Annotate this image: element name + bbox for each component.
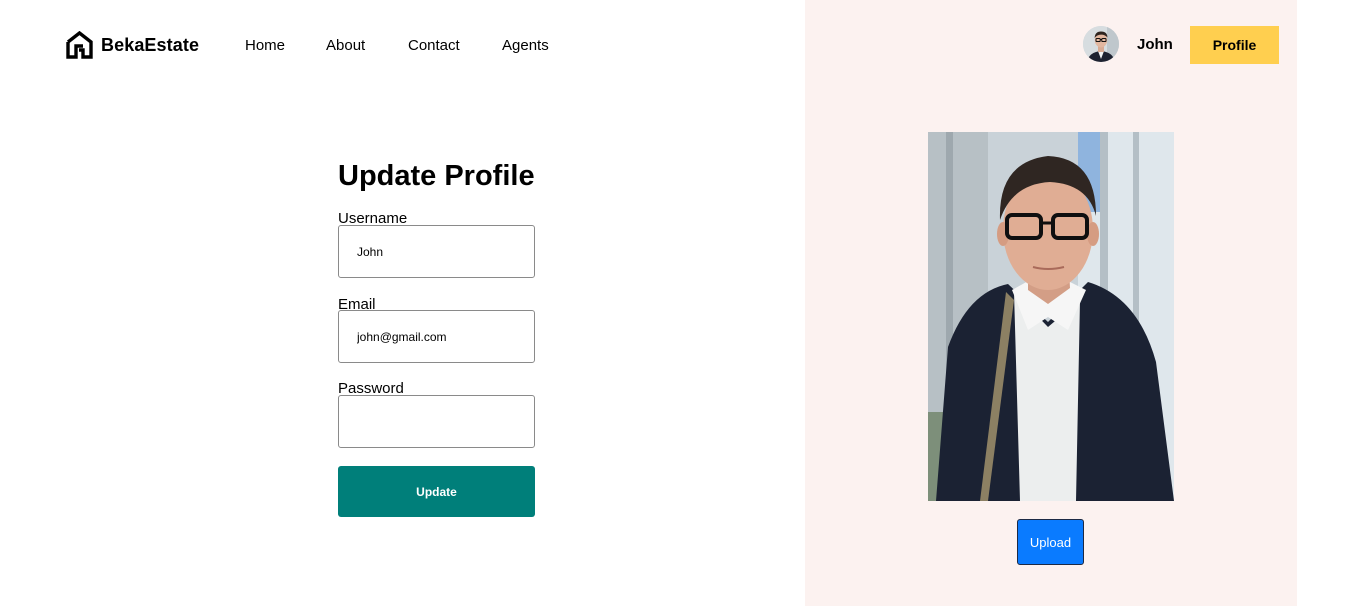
brand-logo[interactable]: BekaEstate [66, 31, 199, 59]
email-field[interactable] [338, 310, 535, 363]
user-menu[interactable]: John [1083, 26, 1173, 62]
nav-link-about[interactable]: About [326, 37, 365, 54]
update-button[interactable]: Update [338, 466, 535, 517]
nav-link-home[interactable]: Home [245, 37, 285, 54]
user-avatar[interactable] [1083, 26, 1119, 62]
update-profile-form: Update Profile Username Email Password U… [338, 158, 535, 517]
nav-link-contact[interactable]: Contact [408, 37, 460, 54]
user-name: John [1137, 35, 1173, 53]
brand-name: BekaEstate [101, 34, 200, 55]
profile-photo [928, 132, 1174, 501]
page-title: Update Profile [338, 160, 535, 192]
password-field[interactable] [338, 395, 535, 448]
house-logo-icon [66, 31, 93, 59]
profile-button[interactable]: Profile [1190, 26, 1279, 64]
username-field[interactable] [338, 225, 535, 278]
upload-button[interactable]: Upload [1017, 519, 1084, 565]
nav-link-agents[interactable]: Agents [502, 37, 549, 54]
